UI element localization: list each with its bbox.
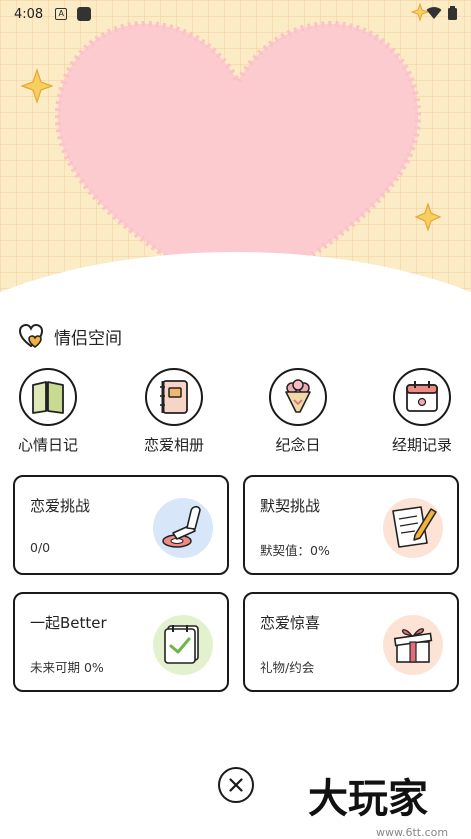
quick-action-love-album[interactable]: 恋爱相册 xyxy=(124,368,224,455)
card-title: 恋爱惊喜 xyxy=(260,614,321,632)
sparkle-icon xyxy=(20,68,54,104)
quick-action-circle[interactable] xyxy=(145,368,203,426)
square-notification-icon xyxy=(77,7,92,21)
sparkle-icon xyxy=(414,202,442,232)
card-title: 恋爱挑战 xyxy=(30,497,91,515)
wifi-icon xyxy=(426,6,442,19)
notepad-pen-icon xyxy=(383,498,443,558)
card-tacit-challenge[interactable]: 默契挑战 默契值：0% xyxy=(243,475,459,575)
card-title: 一起Better xyxy=(30,614,107,632)
card-better-together[interactable]: 一起Better 未来可期 0% xyxy=(13,592,229,692)
watermark-logo: 大玩家 www.6tt.com xyxy=(308,776,448,839)
card-subtitle: 礼物/约会 xyxy=(260,660,315,675)
stamp-icon xyxy=(153,498,213,558)
quick-action-circle[interactable] xyxy=(19,368,77,426)
quick-action-label: 恋爱相册 xyxy=(143,436,204,454)
status-bar: 4:08 A xyxy=(0,0,471,28)
card-title: 默契挑战 xyxy=(260,497,321,515)
quick-action-circle[interactable] xyxy=(393,368,451,426)
book-icon xyxy=(32,381,64,414)
heart-badge-icon xyxy=(18,323,44,349)
quick-action-label: 心情日记 xyxy=(17,436,78,454)
close-icon xyxy=(229,778,243,792)
quick-action-label: 经期记录 xyxy=(391,436,452,454)
card-subtitle: 默契值：0% xyxy=(260,543,330,558)
card-love-surprise[interactable]: 恋爱惊喜 礼物/约会 xyxy=(243,592,459,692)
quick-action-period-log[interactable]: 经期记录 xyxy=(372,368,471,455)
a-notification-icon: A xyxy=(55,8,68,20)
section-title: 情侣空间 xyxy=(54,328,122,349)
quick-action-mood-diary[interactable]: 心情日记 xyxy=(0,368,98,455)
bouquet-icon xyxy=(285,379,311,413)
card-subtitle: 0/0 xyxy=(30,540,51,555)
section-header: 情侣空间 xyxy=(18,322,122,350)
quick-action-label: 纪念日 xyxy=(275,436,321,454)
svg-text:大玩家: 大玩家 xyxy=(308,776,428,822)
album-icon xyxy=(160,380,188,414)
battery-icon xyxy=(448,6,457,20)
check-notepad-icon xyxy=(153,615,213,675)
quick-action-anniversary[interactable]: 纪念日 xyxy=(248,368,348,455)
hero-banner xyxy=(0,0,471,320)
close-button[interactable] xyxy=(218,767,254,803)
card-subtitle: 未来可期 0% xyxy=(30,660,104,675)
quick-action-circle[interactable] xyxy=(269,368,327,426)
gift-box-icon xyxy=(383,615,443,675)
quick-actions: 心情日记 恋爱相册 纪念日 经期记录 xyxy=(0,368,471,458)
svg-text:www.6tt.com: www.6tt.com xyxy=(376,826,448,839)
card-love-challenge[interactable]: 恋爱挑战 0/0 xyxy=(13,475,229,575)
calendar-icon xyxy=(406,381,438,412)
status-time: 4:08 xyxy=(14,6,44,22)
